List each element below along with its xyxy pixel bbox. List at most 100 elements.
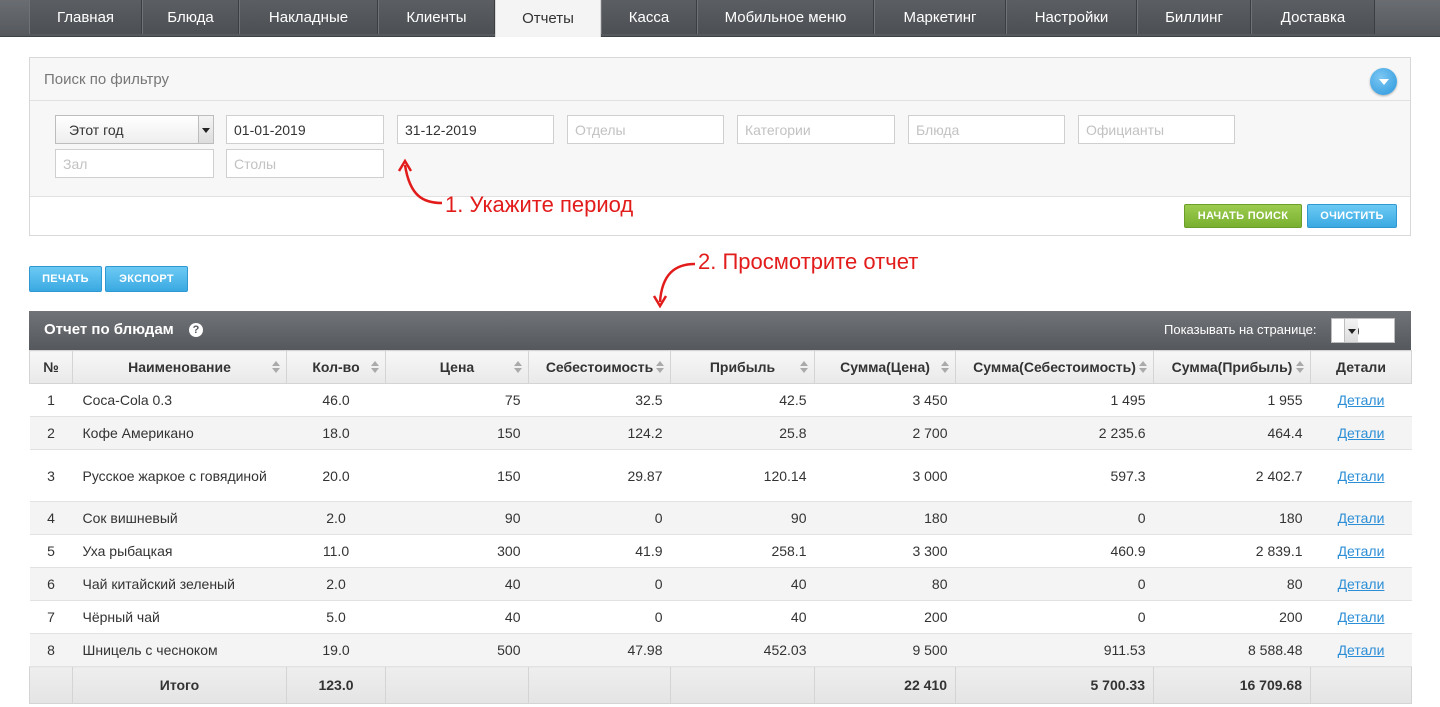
cell-cost: 41.9	[528, 534, 671, 568]
cell-sum-price: 80	[814, 567, 956, 601]
col-header-details: Детали	[1310, 350, 1412, 384]
details-link[interactable]: Детали	[1338, 510, 1385, 526]
annotation-arrow-2	[652, 262, 696, 308]
cell-number: 2	[29, 416, 73, 450]
tab-reports[interactable]: Отчеты	[495, 0, 601, 37]
cell-number: 5	[29, 534, 73, 568]
clear-button[interactable]: ОЧИСТИТЬ	[1307, 204, 1397, 228]
print-button[interactable]: ПЕЧАТЬ	[29, 266, 102, 292]
cell-price: 150	[385, 449, 529, 502]
sort-icon[interactable]	[1296, 361, 1304, 374]
cell-name: Сок вишневый	[72, 501, 287, 535]
details-link[interactable]: Детали	[1338, 543, 1385, 559]
cell-price: 500	[385, 633, 529, 667]
sort-icon[interactable]	[371, 361, 379, 374]
col-header-sum-cost[interactable]: Сумма(Себестоимость)	[955, 350, 1154, 384]
col-header-sum-profit[interactable]: Сумма(Прибыль)	[1153, 350, 1311, 384]
col-header-name[interactable]: Наименование	[72, 350, 287, 384]
annotation-arrow-1	[397, 158, 443, 205]
sort-icon[interactable]	[941, 361, 949, 374]
tab-settings[interactable]: Настройки	[1006, 0, 1137, 34]
sort-icon[interactable]	[656, 361, 664, 374]
details-link[interactable]: Детали	[1338, 425, 1385, 441]
details-link[interactable]: Детали	[1338, 392, 1385, 408]
tab-cashbox[interactable]: Касса	[601, 0, 697, 34]
date-from-input[interactable]	[226, 115, 384, 144]
cell-sum-profit: 2 839.1	[1153, 534, 1311, 568]
help-icon[interactable]: ?	[189, 323, 203, 337]
cell-number: 4	[29, 501, 73, 535]
categories-input[interactable]	[737, 115, 895, 144]
search-button[interactable]: НАЧАТЬ ПОИСК	[1184, 204, 1302, 228]
total-cell-empty	[1310, 666, 1412, 704]
tab-billing[interactable]: Биллинг	[1137, 0, 1251, 34]
top-nav: Главная Блюда Накладные Клиенты Отчеты К…	[0, 0, 1440, 37]
waiters-input[interactable]	[1078, 115, 1235, 144]
period-select[interactable]: Этот год	[55, 115, 214, 144]
tab-marketing[interactable]: Маркетинг	[874, 0, 1006, 34]
sort-icon[interactable]	[514, 361, 522, 374]
date-to-input[interactable]	[397, 115, 554, 144]
cell-details: Детали	[1310, 600, 1412, 634]
total-cell-empty	[29, 666, 73, 704]
cell-sum-price: 2 700	[814, 416, 956, 450]
cell-cost: 124.2	[528, 416, 671, 450]
cell-name: Русское жаркое с говядиной	[72, 449, 287, 502]
cell-sum-cost: 460.9	[955, 534, 1154, 568]
cell-details: Детали	[1310, 501, 1412, 535]
annotation-step-1: 1. Укажите период	[445, 192, 634, 217]
details-link[interactable]: Детали	[1338, 468, 1385, 484]
cell-sum-cost: 1 495	[955, 383, 1154, 417]
sort-icon[interactable]	[272, 361, 280, 374]
tab-invoices[interactable]: Накладные	[239, 0, 378, 34]
cell-profit: 90	[670, 501, 815, 535]
col-header-cost[interactable]: Себестоимость	[528, 350, 671, 384]
cell-price: 75	[385, 383, 529, 417]
cell-details: Детали	[1310, 567, 1412, 601]
total-sum-price: 22 410	[814, 666, 956, 704]
tab-mobile-menu[interactable]: Мобильное меню	[697, 0, 874, 34]
cell-profit: 258.1	[670, 534, 815, 568]
cell-sum-price: 3 300	[814, 534, 956, 568]
sort-icon[interactable]	[1139, 361, 1147, 374]
col-header-qty[interactable]: Кол-во	[286, 350, 386, 384]
chevron-down-icon[interactable]	[1344, 319, 1358, 342]
tab-home[interactable]: Главная	[29, 0, 142, 34]
col-header-profit[interactable]: Прибыль	[670, 350, 815, 384]
cell-qty: 2.0	[286, 501, 386, 535]
total-qty: 123.0	[286, 666, 386, 704]
total-label: Итого	[72, 666, 287, 704]
table-row: 3 Русское жаркое с говядиной 20.0 150 29.87 1…	[29, 449, 1412, 502]
tab-clients[interactable]: Клиенты	[378, 0, 495, 34]
col-header-price[interactable]: Цена	[385, 350, 529, 384]
per-page-select[interactable]: 50	[1331, 318, 1395, 343]
tab-dishes[interactable]: Блюда	[142, 0, 239, 34]
tables-input[interactable]	[226, 149, 384, 178]
cell-sum-profit: 1 955	[1153, 383, 1311, 417]
chevron-down-icon[interactable]	[198, 116, 213, 143]
table-row: 6 Чай китайский зеленый 2.0 40 0 40 80 0 80 Детал…	[29, 567, 1412, 601]
details-link[interactable]: Детали	[1338, 609, 1385, 625]
col-header-sum-price[interactable]: Сумма(Цена)	[814, 350, 956, 384]
total-row: Итого 123.0 22 410 5 700.33 16 709.68	[29, 666, 1412, 704]
cell-sum-profit: 80	[1153, 567, 1311, 601]
sort-icon[interactable]	[800, 361, 808, 374]
dishes-input[interactable]	[908, 115, 1065, 144]
total-sum-cost: 5 700.33	[955, 666, 1154, 704]
cell-number: 6	[29, 567, 73, 601]
cell-qty: 2.0	[286, 567, 386, 601]
cell-price: 300	[385, 534, 529, 568]
details-link[interactable]: Детали	[1338, 576, 1385, 592]
cell-profit: 40	[670, 600, 815, 634]
export-button[interactable]: ЭКСПОРТ	[105, 266, 188, 292]
cell-sum-cost: 0	[955, 600, 1154, 634]
cell-qty: 18.0	[286, 416, 386, 450]
cell-cost: 0	[528, 600, 671, 634]
cell-number: 7	[29, 600, 73, 634]
collapse-toggle-icon[interactable]	[1370, 68, 1397, 95]
details-link[interactable]: Детали	[1338, 642, 1385, 658]
cell-name: Кофе Американо	[72, 416, 287, 450]
hall-input[interactable]	[55, 149, 214, 178]
tab-delivery[interactable]: Доставка	[1251, 0, 1375, 34]
departments-input[interactable]	[567, 115, 724, 144]
